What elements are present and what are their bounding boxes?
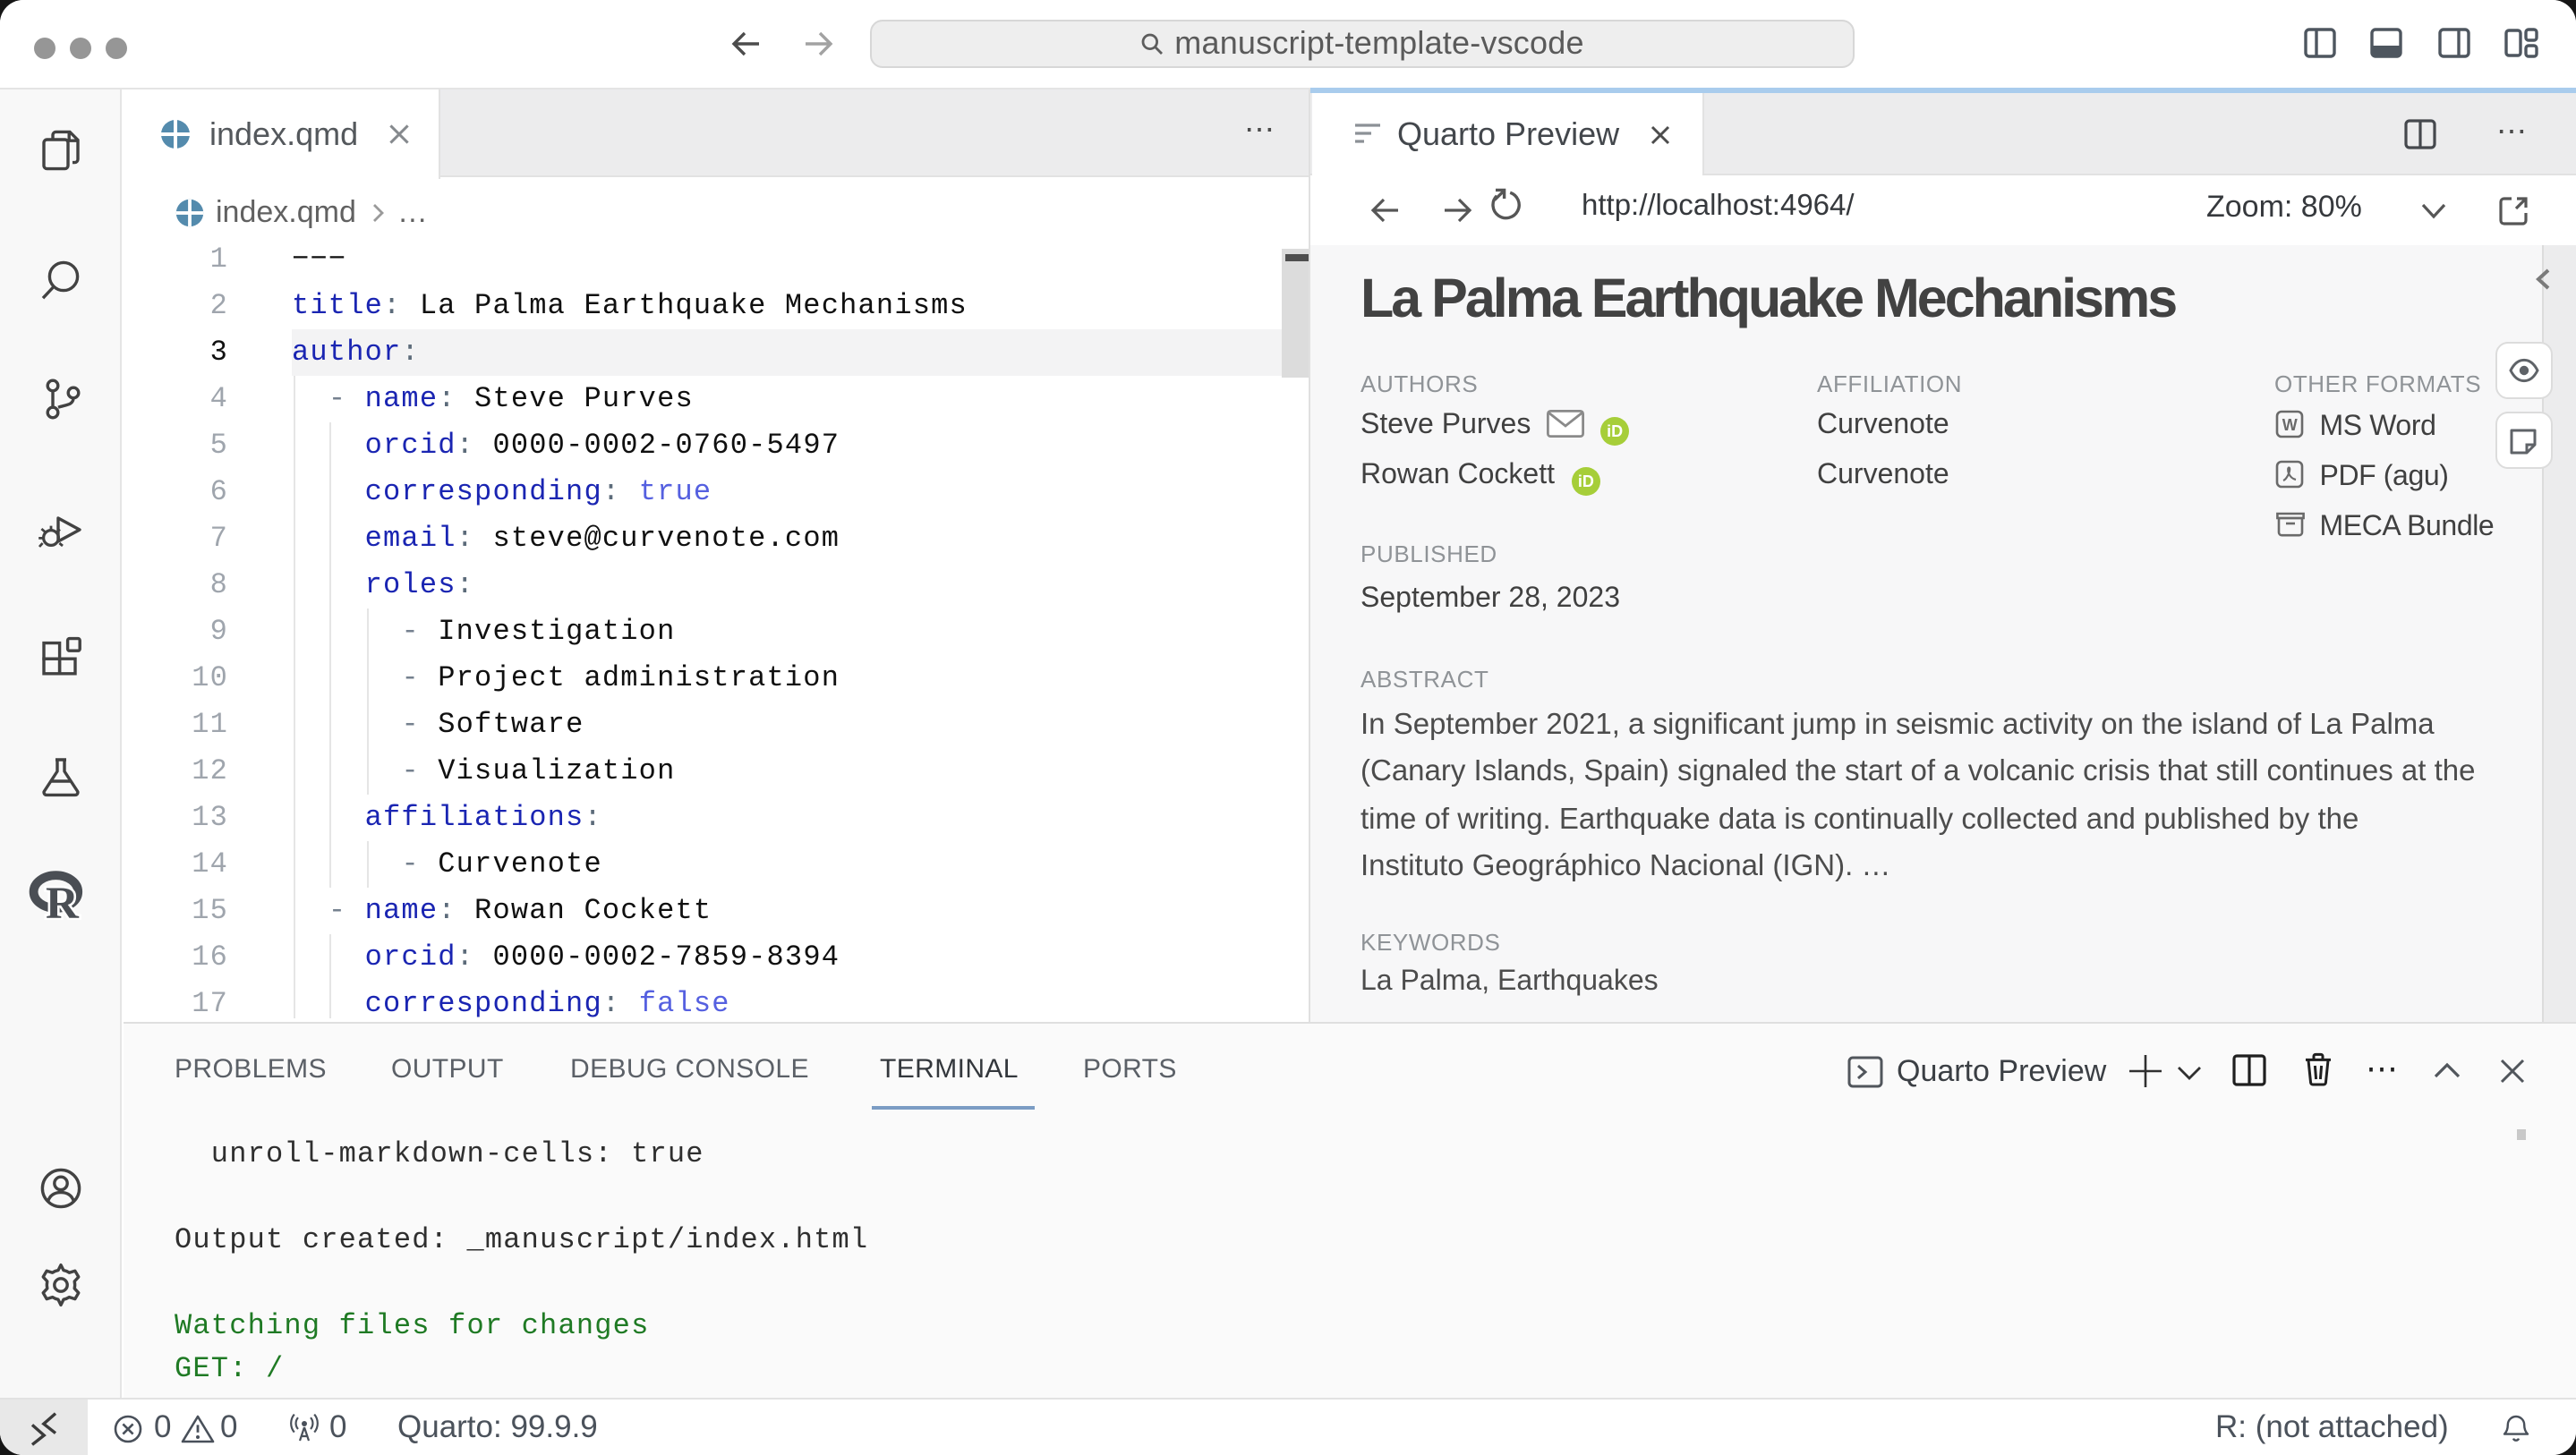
- svg-text:R: R: [46, 879, 80, 920]
- svg-text:W: W: [2282, 416, 2297, 434]
